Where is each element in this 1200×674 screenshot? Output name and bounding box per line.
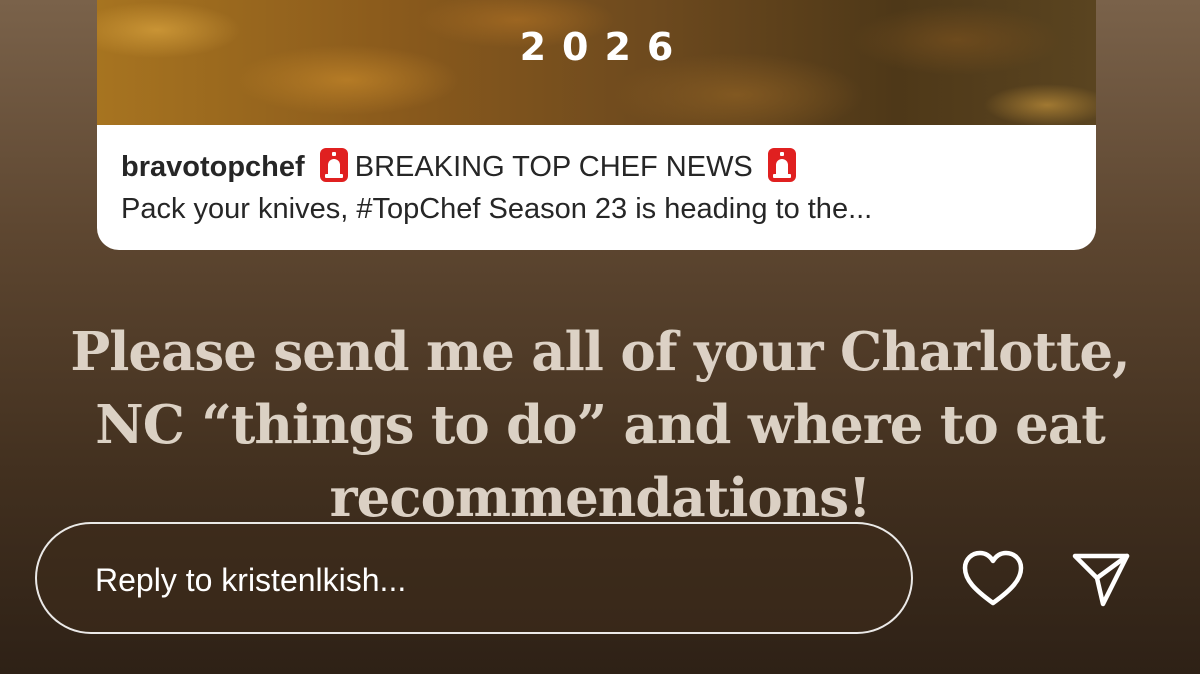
caption-line-1: bravotopchef BREAKING TOP CHEF NEWS	[121, 146, 1071, 188]
caption-line-2: Pack your knives, #TopChef Season 23 is …	[121, 193, 873, 225]
shared-post-caption: bravotopchef BREAKING TOP CHEF NEWS Pack…	[121, 146, 1071, 230]
post-headline: BREAKING TOP CHEF NEWS	[354, 151, 753, 183]
send-icon	[1072, 553, 1130, 607]
heart-icon	[962, 550, 1024, 606]
post-username[interactable]: bravotopchef	[121, 151, 305, 183]
siren-icon	[319, 148, 348, 182]
siren-icon	[767, 148, 796, 182]
shared-post-image: 2026	[97, 0, 1096, 125]
reply-input[interactable]: Reply to kristenlkish...	[35, 522, 913, 634]
like-button[interactable]	[958, 544, 1028, 614]
reply-placeholder: Reply to kristenlkish...	[95, 562, 407, 598]
story-text-overlay: Please send me all of your Charlotte, NC…	[70, 321, 1130, 529]
post-image-year: 2026	[519, 25, 690, 69]
shared-post-card[interactable]: 2026 bravotopchef BREAKING TOP CHEF NEWS…	[97, 0, 1096, 250]
send-button[interactable]	[1066, 543, 1136, 613]
